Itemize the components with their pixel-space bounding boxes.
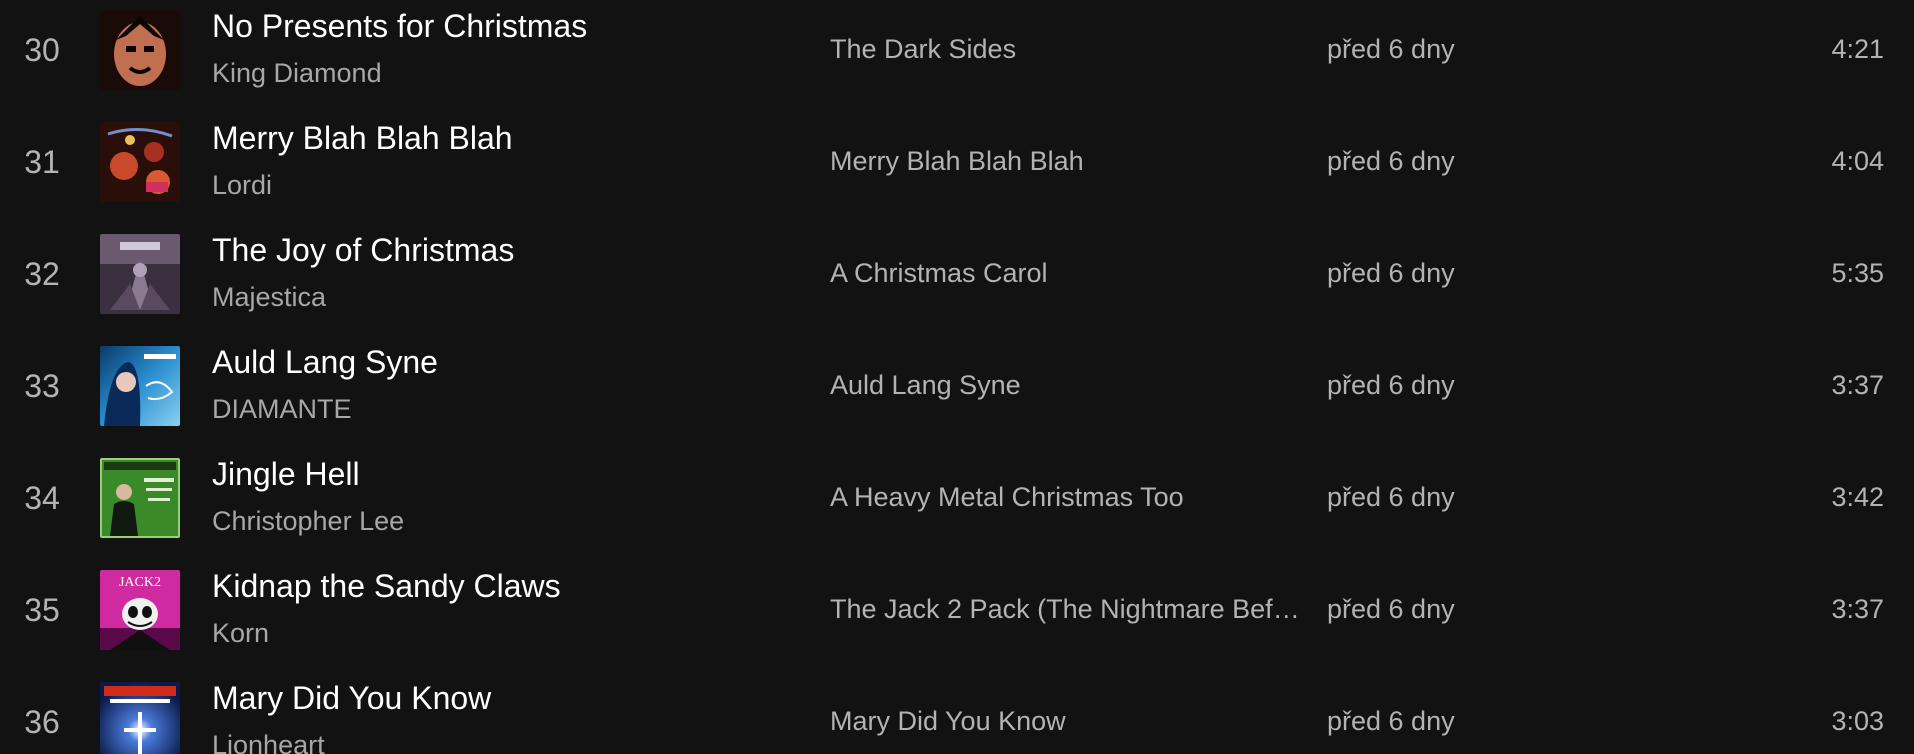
track-artist[interactable]: King Diamond (212, 56, 382, 90)
track-title[interactable]: Mary Did You Know (212, 678, 491, 718)
track-artist[interactable]: Majestica (212, 280, 326, 314)
track-album[interactable]: A Heavy Metal Christmas Too (830, 480, 1300, 514)
track-date-added: před 6 dny (1327, 370, 1455, 400)
tracklist: 30 No Presents for Christmas King Diamon… (0, 0, 1914, 754)
track-album[interactable]: The Dark Sides (830, 32, 1300, 66)
track-number: 36 (24, 704, 60, 740)
track-duration: 3:42 (1831, 482, 1884, 512)
track-number: 30 (24, 32, 60, 68)
track-title[interactable]: Jingle Hell (212, 454, 360, 494)
track-row[interactable]: 34 Jingle Hell Christopher Lee A Heavy M… (0, 448, 1914, 560)
track-title[interactable]: Kidnap the Sandy Claws (212, 566, 561, 606)
track-row[interactable]: 33 Auld Lang Syne DIAMANTE Auld Lang Syn (0, 336, 1914, 448)
track-duration: 3:37 (1831, 370, 1884, 400)
track-number: 33 (24, 368, 60, 404)
track-date-added: před 6 dny (1327, 146, 1455, 176)
track-date-added: před 6 dny (1327, 258, 1455, 288)
album-cover[interactable]: JACK2 (100, 570, 180, 650)
track-artist[interactable]: Korn (212, 616, 269, 650)
track-row[interactable]: 30 No Presents for Christmas King Diamon… (0, 0, 1914, 112)
track-duration: 4:04 (1831, 146, 1884, 176)
track-artist[interactable]: Lionheart (212, 728, 325, 754)
track-date-added: před 6 dny (1327, 594, 1455, 624)
track-row[interactable]: 35 JACK2 Kidnap the Sandy Claws Korn The… (0, 560, 1914, 672)
track-album[interactable]: A Christmas Carol (830, 256, 1300, 290)
track-number: 35 (24, 592, 60, 628)
track-date-added: před 6 dny (1327, 34, 1455, 64)
track-title[interactable]: Auld Lang Syne (212, 342, 438, 382)
track-duration: 3:03 (1831, 706, 1884, 736)
album-cover[interactable] (100, 234, 180, 314)
svg-text:JACK2: JACK2 (119, 575, 161, 590)
track-row[interactable]: 32 The Joy of Christmas Majestica A Chri… (0, 224, 1914, 336)
track-date-added: před 6 dny (1327, 482, 1455, 512)
track-artist[interactable]: Christopher Lee (212, 504, 404, 538)
track-number: 34 (24, 480, 60, 516)
track-album[interactable]: Mary Did You Know (830, 704, 1300, 738)
track-album[interactable]: Auld Lang Syne (830, 368, 1300, 402)
track-number: 32 (24, 256, 60, 292)
album-cover[interactable] (100, 682, 180, 754)
track-artist[interactable]: Lordi (212, 168, 272, 202)
track-row[interactable]: 31 Merry Blah Blah Blah Lordi Merry Blah… (0, 112, 1914, 224)
album-cover[interactable] (100, 458, 180, 538)
track-duration: 4:21 (1831, 34, 1884, 64)
track-duration: 5:35 (1831, 258, 1884, 288)
track-album[interactable]: The Jack 2 Pack (The Nightmare Before Ch… (830, 592, 1300, 626)
track-date-added: před 6 dny (1327, 706, 1455, 736)
track-artist[interactable]: DIAMANTE (212, 392, 352, 426)
track-duration: 3:37 (1831, 594, 1884, 624)
album-cover[interactable] (100, 346, 180, 426)
track-title[interactable]: Merry Blah Blah Blah (212, 118, 513, 158)
track-title[interactable]: No Presents for Christmas (212, 6, 587, 46)
album-cover[interactable] (100, 122, 180, 202)
track-album[interactable]: Merry Blah Blah Blah (830, 144, 1300, 178)
track-title[interactable]: The Joy of Christmas (212, 230, 514, 270)
track-row[interactable]: 36 Mary Did You Know Lionheart Mary Did (0, 672, 1914, 754)
album-cover[interactable] (100, 10, 180, 90)
track-number: 31 (24, 144, 60, 180)
